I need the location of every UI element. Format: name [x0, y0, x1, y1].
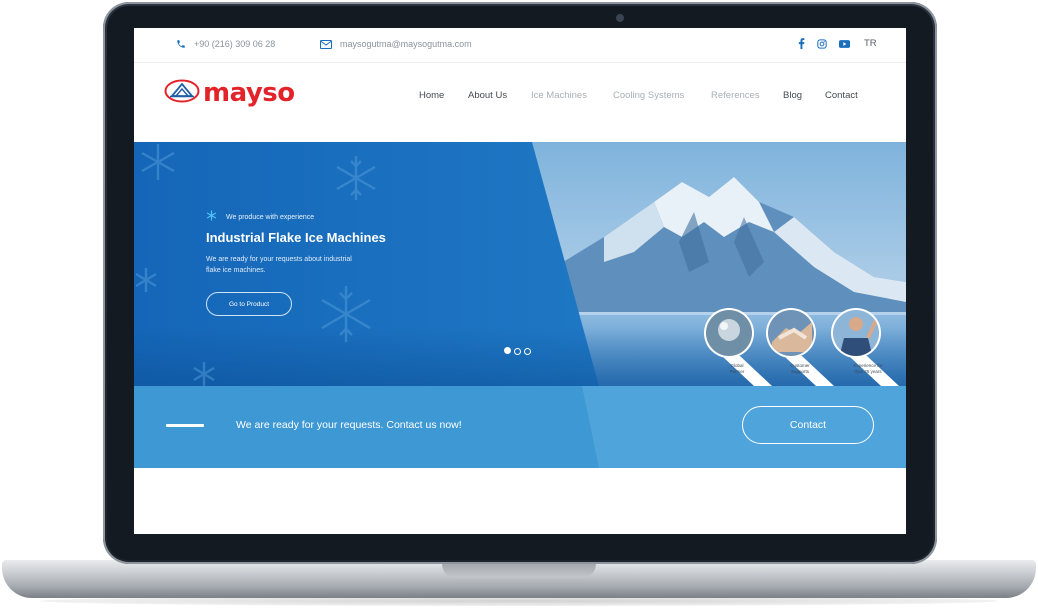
site-header: mayso Home About Us Ice Machines Cooling…: [134, 62, 906, 142]
top-contact-bar: +90 (216) 309 06 28 maysogutma@maysogutm…: [134, 28, 906, 63]
feature-label-1: Global Partner: [720, 363, 754, 375]
contact-button[interactable]: Contact: [742, 406, 874, 444]
website-screen: +90 (216) 309 06 28 maysogutma@maysogutm…: [134, 28, 906, 534]
snowflake-icon: [206, 208, 217, 226]
phone-contact[interactable]: +90 (216) 309 06 28: [176, 39, 275, 49]
hero-description-line-2: flake ice machines.: [206, 267, 266, 274]
nav-about-us[interactable]: About Us: [468, 90, 507, 101]
main-navigation: Home About Us Ice Machines Cooling Syste…: [134, 90, 906, 104]
phone-icon: [176, 39, 186, 49]
hero-description-line-1: We are ready for your requests about ind…: [206, 256, 352, 263]
email-contact[interactable]: maysogutma@maysogutma.com: [320, 39, 472, 49]
nav-blog[interactable]: Blog: [783, 90, 802, 101]
facebook-icon[interactable]: [798, 38, 805, 49]
nav-cooling-systems[interactable]: Cooling Systems: [613, 90, 684, 101]
hero-title: Industrial Flake Ice Machines: [206, 230, 386, 245]
nav-references[interactable]: References: [711, 90, 760, 101]
hero-slider: We produce with experience Industrial Fl…: [134, 142, 906, 386]
mail-icon: [320, 39, 332, 49]
contact-button-label: Contact: [789, 419, 827, 431]
email-address: maysogutma@maysogutma.com: [340, 39, 472, 49]
cta-band: We are ready for your requests. Contact …: [134, 386, 906, 468]
feature-label-2: Customer Supports: [782, 363, 818, 375]
hero-tagline: We produce with experience: [226, 213, 315, 221]
nav-contact[interactable]: Contact: [825, 90, 858, 101]
page-below-fold: [134, 468, 906, 534]
hero-tagline-row: We produce with experience: [206, 208, 314, 226]
feature-label-3: Experience for than 25 years: [846, 363, 890, 375]
phone-number: +90 (216) 309 06 28: [194, 39, 276, 49]
nav-home[interactable]: Home: [419, 90, 444, 101]
go-to-product-button[interactable]: Go to Product: [206, 292, 292, 316]
feature-label-2-line-2: Supports: [790, 369, 809, 374]
cta-divider-line: [166, 424, 204, 427]
slider-pagination: [504, 347, 531, 355]
slider-dot-2[interactable]: [514, 348, 521, 355]
slider-dot-3[interactable]: [524, 348, 531, 355]
cta-text: We are ready for your requests. Contact …: [236, 419, 462, 431]
slider-dot-1[interactable]: [504, 347, 511, 354]
feature-label-3-line-2: than 25 years: [854, 369, 882, 374]
instagram-icon[interactable]: [817, 38, 827, 49]
language-switch[interactable]: TR: [864, 38, 877, 49]
feature-label-1-line-2: Partner: [729, 369, 745, 374]
go-to-product-label: Go to Product: [228, 300, 270, 308]
social-links: TR: [798, 38, 877, 49]
nav-ice-machines[interactable]: Ice Machines: [531, 90, 587, 101]
camera-dot: [616, 14, 624, 22]
youtube-icon[interactable]: [839, 39, 850, 48]
